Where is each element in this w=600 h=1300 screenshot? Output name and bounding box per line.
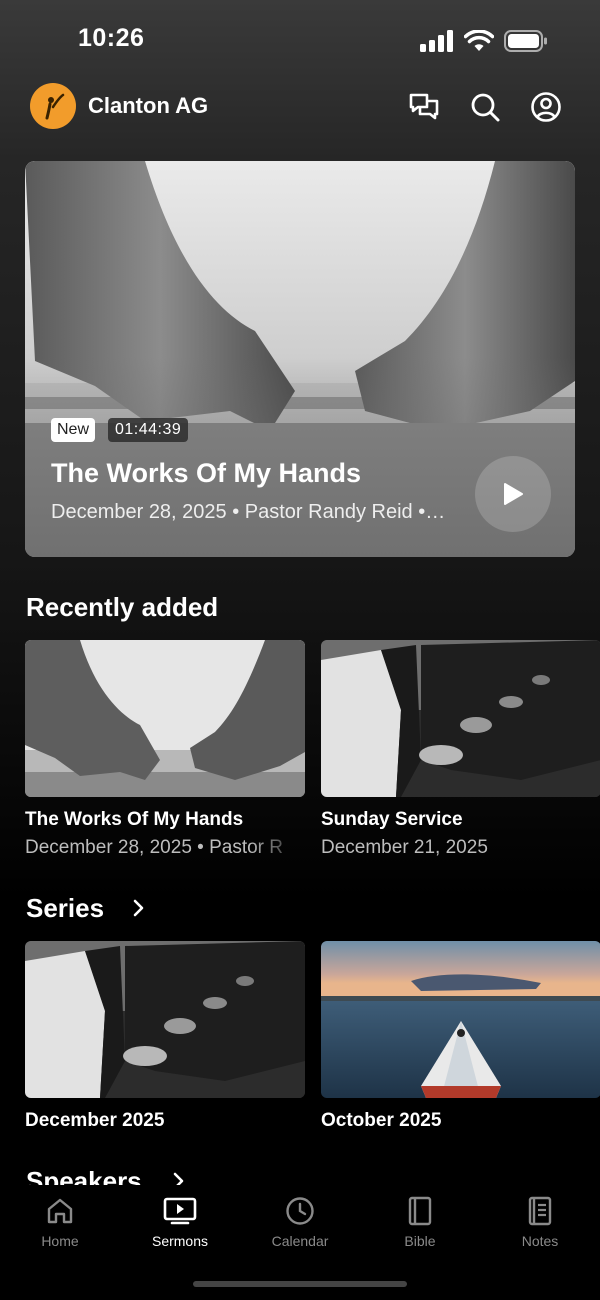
profile-icon[interactable] [529,90,563,124]
tab-notes[interactable]: Notes [480,1195,600,1249]
cellular-signal-icon [420,30,453,52]
tab-label: Notes [521,1233,559,1249]
status-icons [420,30,548,52]
series-heading[interactable]: Series [26,893,104,924]
notes-icon [528,1196,552,1226]
tab-label: Sermons [151,1233,209,1249]
church-name: Clanton AG [88,93,209,118]
tab-calendar[interactable]: Calendar [240,1195,360,1249]
app-header: Clanton AG [0,80,600,136]
tab-label: Bible [404,1233,436,1249]
recent-item-subtitle: December 21, 2025 [321,837,488,858]
new-badge: New [51,418,96,442]
recent-item-thumbnail [321,640,600,797]
hero-meta: December 28, 2025 • Pastor Randy Reid •… [51,501,446,523]
play-icon [504,483,523,505]
series-card[interactable]: December 2025 [25,941,305,1132]
wifi-icon [464,30,494,51]
tv-icon [163,1197,197,1225]
status-bar: 10:26 [0,0,600,80]
tab-sermons[interactable]: Sermons [120,1195,240,1249]
hero-title: The Works Of My Hands [51,458,362,488]
recent-item-title: The Works Of My Hands [25,809,244,830]
battery-icon [504,30,547,52]
chat-icon[interactable] [407,90,441,124]
hero-gradient-overlay [25,357,575,557]
play-button[interactable] [475,456,551,532]
clock-icon [286,1197,314,1225]
search-icon[interactable] [468,90,502,124]
tab-label: Calendar [271,1233,329,1249]
recently-added-heading: Recently added [26,592,219,622]
chevron-right-icon[interactable] [131,898,147,918]
recent-item-card[interactable]: Sunday Service December 21, 2025 [321,640,600,859]
featured-sermon-card[interactable]: New 01:44:39 The Works Of My Hands Decem… [25,161,575,557]
home-icon [47,1198,73,1224]
series-title: December 2025 [25,1110,165,1131]
series-card[interactable]: October 2025 [321,941,600,1132]
book-icon [408,1196,432,1226]
tab-bible[interactable]: Bible [360,1195,480,1249]
recent-item-title: Sunday Service [321,809,463,830]
home-indicator [193,1281,407,1287]
recent-item-card[interactable]: The Works Of My Hands December 28, 2025 … [25,640,305,859]
status-time: 10:26 [78,24,145,52]
series-thumbnail [321,941,600,1098]
series-title: October 2025 [321,1110,442,1131]
tab-label: Home [41,1233,79,1249]
recent-item-thumbnail [25,640,305,797]
duration-badge: 01:44:39 [108,418,189,442]
church-logo[interactable] [30,83,76,129]
recent-item-subtitle: December 28, 2025 • Pastor R [25,837,284,858]
series-thumbnail [25,941,305,1098]
tab-home[interactable]: Home [0,1195,120,1249]
